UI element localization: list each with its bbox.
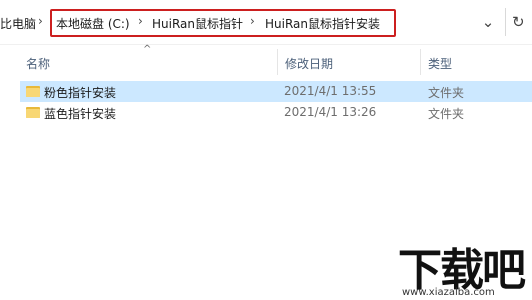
column-header-type[interactable]: 类型: [428, 55, 452, 72]
breadcrumb-current-folder[interactable]: HuiRan鼠标指针安装: [265, 15, 380, 32]
column-header-modified[interactable]: 修改日期: [285, 55, 333, 72]
file-modified-date: 2021/4/1 13:26: [284, 105, 377, 119]
file-name: 蓝色指针安装: [44, 107, 117, 121]
file-modified-date: 2021/4/1 13:55: [284, 84, 377, 98]
folder-icon: [26, 105, 40, 118]
chevron-down-icon[interactable]: ⌄: [476, 10, 500, 34]
sort-ascending-icon: ^: [143, 44, 152, 55]
file-row[interactable]: 粉色指针安装 2021/4/1 13:55 文件夹: [20, 81, 532, 102]
chevron-right-icon[interactable]: ›: [250, 14, 255, 28]
file-name: 粉色指针安装: [44, 86, 117, 100]
divider: [505, 8, 506, 36]
folder-icon: [26, 84, 40, 97]
column-divider[interactable]: [420, 49, 421, 75]
chevron-right-icon[interactable]: ›: [138, 14, 143, 28]
column-divider[interactable]: [277, 49, 278, 75]
chevron-right-icon[interactable]: ›: [38, 14, 43, 28]
file-type: 文件夹: [428, 107, 465, 121]
breadcrumb-huiran-folder[interactable]: HuiRan鼠标指针: [152, 15, 243, 32]
column-header-name[interactable]: 名称: [26, 55, 50, 72]
breadcrumb-this-pc[interactable]: 比电脑: [0, 15, 36, 32]
file-type: 文件夹: [428, 86, 465, 100]
breadcrumb-local-disk[interactable]: 本地磁盘 (C:): [56, 15, 130, 32]
refresh-icon[interactable]: ↻: [512, 10, 525, 34]
file-row[interactable]: 蓝色指针安装 2021/4/1 13:26 文件夹: [20, 102, 532, 123]
watermark-url: www.xiazaiba.com: [402, 287, 495, 298]
address-bar[interactable]: 比电脑 › 本地磁盘 (C:) › HuiRan鼠标指针 › HuiRan鼠标指…: [0, 0, 532, 45]
